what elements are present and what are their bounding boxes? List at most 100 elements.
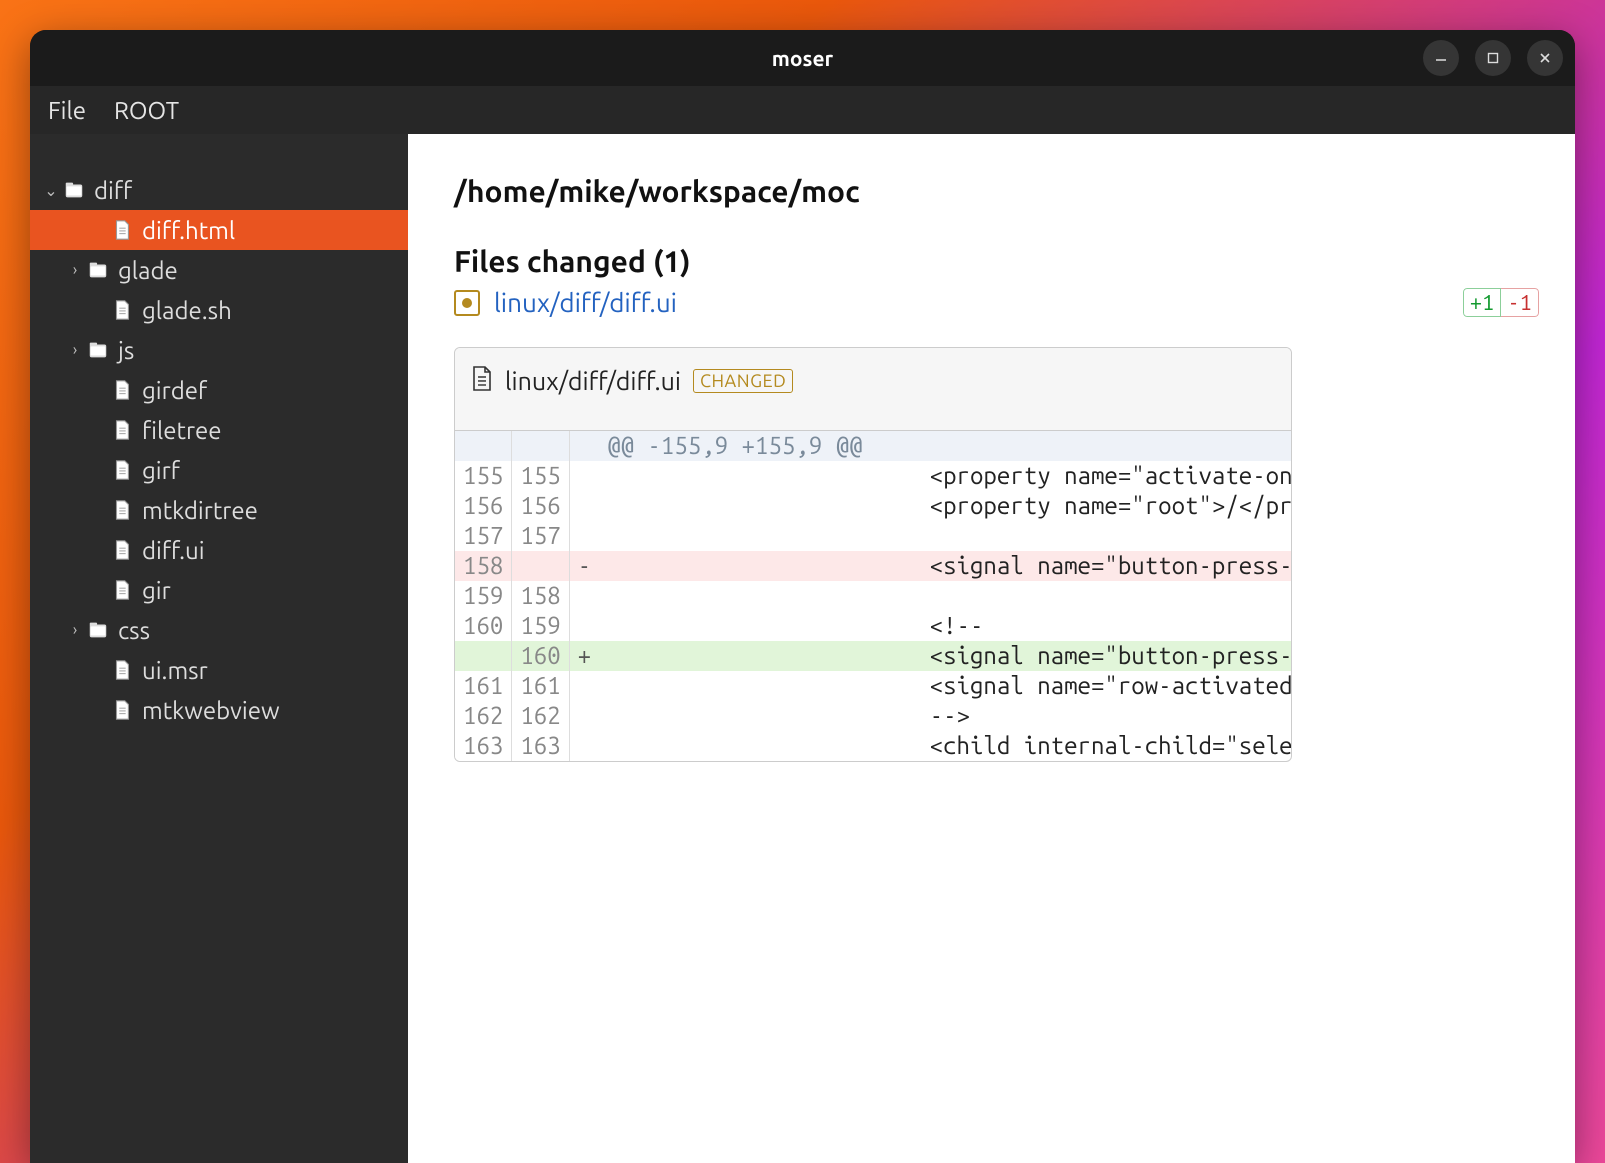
tree-file[interactable]: diff.html <box>30 210 408 250</box>
content-pane: /home/mike/workspace/moc Files changed (… <box>408 134 1575 1163</box>
tree-item-label: diff <box>92 177 132 204</box>
diff-sign: + <box>569 641 599 671</box>
window-title: moser <box>772 46 833 70</box>
minimize-icon <box>1434 51 1448 65</box>
old-line-number: 160 <box>455 611 512 641</box>
file-icon <box>110 658 134 682</box>
workspace-path: /home/mike/workspace/moc <box>454 174 1575 208</box>
chevron-icon: ⌄ <box>42 181 60 200</box>
tree-folder[interactable]: ⌄ diff <box>30 170 408 210</box>
file-icon <box>110 458 134 482</box>
tree-item-label: glade <box>116 257 178 284</box>
tree-folder[interactable]: ›css <box>30 610 408 650</box>
status-badge: CHANGED <box>693 369 793 393</box>
old-line-number: 156 <box>455 491 512 521</box>
diff-header: linux/diff/diff.ui CHANGED <box>455 348 1291 431</box>
diff-sign <box>569 461 599 491</box>
file-icon <box>110 418 134 442</box>
tree-file[interactable]: glade.sh <box>30 290 408 330</box>
new-line-number: 163 <box>512 731 569 761</box>
diff-file-path: linux/diff/diff.ui <box>505 367 681 395</box>
diff-code: <signal name="row-activated" <box>599 671 1292 701</box>
old-line-number: 162 <box>455 701 512 731</box>
new-line-number: 158 <box>512 581 569 611</box>
tree-file[interactable]: mtkwebview <box>30 690 408 730</box>
menu-root[interactable]: ROOT <box>114 97 179 124</box>
file-summary-row: linux/diff/diff.ui +1 -1 <box>454 288 1575 317</box>
diff-code: <signal name="button-press-e <box>599 641 1292 671</box>
diff-line: 156156 <property name="root">/</pro <box>455 491 1292 521</box>
tree-item-label: gir <box>140 577 171 604</box>
lines-added-badge: +1 <box>1463 288 1502 317</box>
tree-file[interactable]: diff.ui <box>30 530 408 570</box>
tree-file[interactable]: filetree <box>30 410 408 450</box>
diff-code: <child internal-child="selec <box>599 731 1292 761</box>
old-line-number: 161 <box>455 671 512 701</box>
menubar: File ROOT <box>30 86 1575 134</box>
old-line-number <box>455 641 512 671</box>
close-icon <box>1538 51 1552 65</box>
file-link[interactable]: linux/diff/diff.ui <box>494 288 677 317</box>
tree-file[interactable]: girdef <box>30 370 408 410</box>
diff-line: 162162 --> <box>455 701 1292 731</box>
tree-item-label: ui.msr <box>140 657 208 684</box>
new-line-number <box>512 431 569 461</box>
diff-line: 160159 <!-- <box>455 611 1292 641</box>
lines-removed-badge: -1 <box>1501 288 1539 317</box>
diff-line: 157157 <box>455 521 1292 551</box>
diff-sign <box>569 491 599 521</box>
diff-code: <signal name="button-press-e <box>599 551 1292 581</box>
file-icon <box>110 378 134 402</box>
window-controls <box>1423 40 1563 76</box>
diff-sign: - <box>569 551 599 581</box>
file-icon <box>110 538 134 562</box>
diff-sign <box>569 521 599 551</box>
file-icon <box>110 698 134 722</box>
old-line-number: 158 <box>455 551 512 581</box>
file-tree[interactable]: ⌄diffdiff.html›gladeglade.sh›jsgirdeffil… <box>30 134 408 1163</box>
diff-code <box>599 521 1292 551</box>
diff-line: 160+ <signal name="button-press-e <box>455 641 1292 671</box>
tree-file[interactable]: mtkdirtree <box>30 490 408 530</box>
tree-file[interactable]: ui.msr <box>30 650 408 690</box>
modified-icon <box>454 290 480 316</box>
diff-sign <box>569 611 599 641</box>
application-window: moser File ROOT ⌄diffdiff.html›gladeglad… <box>30 30 1575 1163</box>
menu-file[interactable]: File <box>48 97 86 124</box>
new-line-number: 155 <box>512 461 569 491</box>
tree-folder[interactable]: ›js <box>30 330 408 370</box>
maximize-icon <box>1486 51 1500 65</box>
diff-code: <property name="root">/</pro <box>599 491 1292 521</box>
tree-folder[interactable]: ›glade <box>30 250 408 290</box>
close-button[interactable] <box>1527 40 1563 76</box>
tree-item-label: diff.ui <box>140 537 205 564</box>
diff-code: <!-- <box>599 611 1292 641</box>
file-icon <box>110 498 134 522</box>
diff-sign <box>569 731 599 761</box>
diff-line: 161161 <signal name="row-activated" <box>455 671 1292 701</box>
tree-file[interactable]: gir <box>30 570 408 610</box>
new-line-number: 162 <box>512 701 569 731</box>
diff-sign <box>569 581 599 611</box>
body: ⌄diffdiff.html›gladeglade.sh›jsgirdeffil… <box>30 134 1575 1163</box>
file-icon <box>110 298 134 322</box>
file-icon <box>110 578 134 602</box>
diff-sign <box>569 431 599 461</box>
new-line-number: 157 <box>512 521 569 551</box>
minimize-button[interactable] <box>1423 40 1459 76</box>
diff-line: 163163 <child internal-child="selec <box>455 731 1292 761</box>
diff-box: linux/diff/diff.ui CHANGED @@ -155,9 +15… <box>454 347 1292 762</box>
tree-file[interactable]: girf <box>30 450 408 490</box>
maximize-button[interactable] <box>1475 40 1511 76</box>
titlebar[interactable]: moser <box>30 30 1575 86</box>
diff-line: 158 - <signal name="button-press-e <box>455 551 1292 581</box>
diff-line: @@ -155,9 +155,9 @@ <box>455 431 1292 461</box>
file-icon <box>110 218 134 242</box>
new-line-number: 161 <box>512 671 569 701</box>
chevron-icon: › <box>66 341 84 359</box>
folder-icon <box>86 618 110 642</box>
chevron-icon: › <box>66 621 84 639</box>
old-line-number: 159 <box>455 581 512 611</box>
diff-code: <property name="activate-on- <box>599 461 1292 491</box>
tree-item-label: girf <box>140 457 180 484</box>
